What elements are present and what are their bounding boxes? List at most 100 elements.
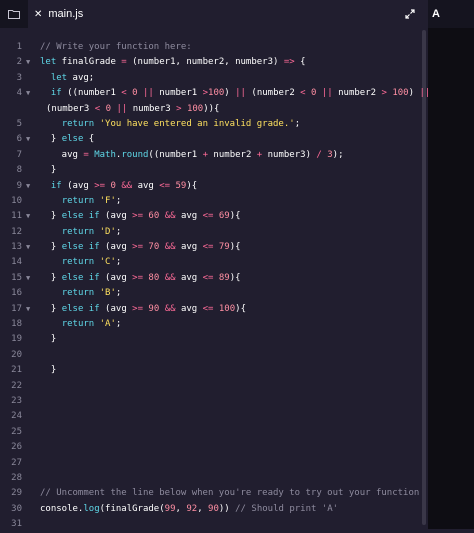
code-line[interactable]: 15 ▼ } else if (avg >= 80 && avg <= 89){ <box>0 271 420 286</box>
line-number: 13 <box>11 242 22 253</box>
code-text: return 'C'; <box>61 257 122 268</box>
code-text: } else { <box>40 134 95 145</box>
code-text: } else if (avg >= 80 && avg <= 89){ <box>40 272 241 283</box>
code-text: // Uncomment the line below when you're … <box>40 488 420 499</box>
file-explorer-button[interactable] <box>0 0 28 28</box>
code-line[interactable]: 21 } <box>0 363 420 378</box>
output-panel <box>428 28 474 529</box>
code-text: } <box>40 334 57 345</box>
code-line[interactable]: 28 <box>0 471 420 486</box>
line-number: 5 <box>16 118 22 129</box>
code-line[interactable]: 29 // Uncomment the line below when you'r… <box>0 486 420 501</box>
expand-button[interactable] <box>392 0 428 28</box>
line-number: 3 <box>16 72 22 83</box>
tab-main-js[interactable]: ✕ main.js <box>28 0 392 28</box>
code-text: } else if (avg >= 70 && avg <= 79){ <box>40 242 241 253</box>
code-line[interactable]: 7 avg = Math.round((number1 + number2 + … <box>0 148 420 163</box>
folder-icon <box>8 10 20 19</box>
editor-toolbar: ✕ main.js A <box>0 0 474 28</box>
code-line[interactable]: 27 <box>0 456 420 471</box>
tab-label: main.js <box>48 8 84 20</box>
line-number: 4 <box>16 88 22 99</box>
line-number: 31 <box>11 519 22 530</box>
code-line[interactable]: 25 <box>0 425 420 440</box>
line-number: 8 <box>16 165 22 176</box>
code-line[interactable]: 16 return 'B'; <box>0 286 420 301</box>
line-number: 19 <box>11 334 22 345</box>
fold-arrow-icon[interactable]: ▼ <box>26 302 34 317</box>
line-number: 29 <box>11 488 22 499</box>
line-number: 15 <box>11 272 22 283</box>
line-number: 14 <box>11 257 22 268</box>
code-line[interactable]: 22 <box>0 379 420 394</box>
line-number: 21 <box>11 365 22 376</box>
code-text: if ((number1 < 0 || number1 >100) || (nu… <box>50 88 431 99</box>
line-number: 9 <box>16 180 22 191</box>
code-text: if (avg >= 0 && avg <= 59){ <box>50 180 198 191</box>
code-line[interactable]: 12 return 'D'; <box>0 225 420 240</box>
line-number: 28 <box>11 472 22 483</box>
line-number: 22 <box>11 380 22 391</box>
code-line[interactable]: 23 <box>0 394 420 409</box>
code-line[interactable]: 10 return 'F'; <box>0 194 420 209</box>
code-line[interactable]: 5 return 'You have entered an invalid gr… <box>0 117 420 132</box>
line-number: 17 <box>11 303 22 314</box>
code-line[interactable]: 13 ▼ } else if (avg >= 70 && avg <= 79){ <box>0 240 420 255</box>
code-text: return 'F'; <box>61 195 122 206</box>
code-text: return 'You have entered an invalid grad… <box>61 118 301 129</box>
code-line[interactable]: 14 return 'C'; <box>0 255 420 270</box>
expand-icon <box>405 9 415 19</box>
fold-arrow-icon[interactable]: ▼ <box>26 55 34 70</box>
code-text: return 'A'; <box>61 319 122 330</box>
code-line[interactable]: 31 <box>0 517 420 532</box>
fold-arrow-icon[interactable]: ▼ <box>26 179 34 194</box>
right-panel-label: A <box>432 8 440 20</box>
code-text: avg = Math.round((number1 + number2 + nu… <box>40 149 344 160</box>
code-line[interactable]: 24 <box>0 409 420 424</box>
code-line[interactable]: 26 <box>0 440 420 455</box>
line-number: 10 <box>11 195 22 206</box>
code-line[interactable]: (number3 < 0 || number3 > 100)){ <box>0 102 420 117</box>
line-number: 16 <box>11 288 22 299</box>
code-line[interactable]: 3 let avg; <box>0 71 420 86</box>
line-number: 20 <box>11 349 22 360</box>
line-number: 12 <box>11 226 22 237</box>
code-text: return 'B'; <box>61 288 122 299</box>
fold-arrow-icon[interactable]: ▼ <box>26 132 34 147</box>
code-line[interactable]: 8 } <box>0 163 420 178</box>
fold-arrow-icon[interactable]: ▼ <box>26 209 34 224</box>
line-number: 30 <box>11 503 22 514</box>
code-text: return 'D'; <box>61 226 122 237</box>
code-text: (number3 < 0 || number3 > 100)){ <box>46 103 220 114</box>
close-icon[interactable]: ✕ <box>34 9 42 20</box>
code-text: } else if (avg >= 60 && avg <= 69){ <box>40 211 241 222</box>
code-line[interactable]: 18 return 'A'; <box>0 317 420 332</box>
code-line[interactable]: 19 } <box>0 332 420 347</box>
fold-arrow-icon[interactable]: ▼ <box>26 271 34 286</box>
code-line[interactable]: 20 <box>0 348 420 363</box>
code-line[interactable]: 1 // Write your function here: <box>0 40 420 55</box>
editor-scrollbar[interactable] <box>422 30 426 525</box>
code-line[interactable]: 2 ▼ let finalGrade = (number1, number2, nu… <box>0 55 420 70</box>
code-editor[interactable]: 1 // Write your function here: 2 ▼ let final… <box>0 40 431 533</box>
line-number: 2 <box>16 57 22 68</box>
line-number: 23 <box>11 395 22 406</box>
code-text: let avg; <box>50 72 95 83</box>
code-line[interactable]: 11 ▼ } else if (avg >= 60 && avg <= 69){ <box>0 209 420 224</box>
code-text: let finalGrade = (number1, number2, numb… <box>40 57 306 68</box>
line-number: 26 <box>11 442 22 453</box>
code-line[interactable]: 17 ▼ } else if (avg >= 90 && avg <= 100){ <box>0 302 420 317</box>
fold-arrow-icon[interactable]: ▼ <box>26 240 34 255</box>
fold-arrow-icon[interactable]: ▼ <box>26 86 34 101</box>
line-number: 18 <box>11 319 22 330</box>
code-line[interactable]: 6 ▼ } else { <box>0 132 420 147</box>
code-text: } <box>40 165 57 176</box>
line-number: 24 <box>11 411 22 422</box>
code-line[interactable]: 9 ▼ if (avg >= 0 && avg <= 59){ <box>0 179 420 194</box>
line-number: 6 <box>16 134 22 145</box>
line-number: 1 <box>16 42 22 52</box>
code-line[interactable]: 30 console.log(finalGrade(99, 92, 90)) //… <box>0 502 420 517</box>
code-line[interactable]: 4 ▼ if ((number1 < 0 || number1 >100) || … <box>0 86 431 101</box>
code-text: console.log(finalGrade(99, 92, 90)) // S… <box>40 503 339 514</box>
code-text: // Write your function here: <box>40 42 192 52</box>
